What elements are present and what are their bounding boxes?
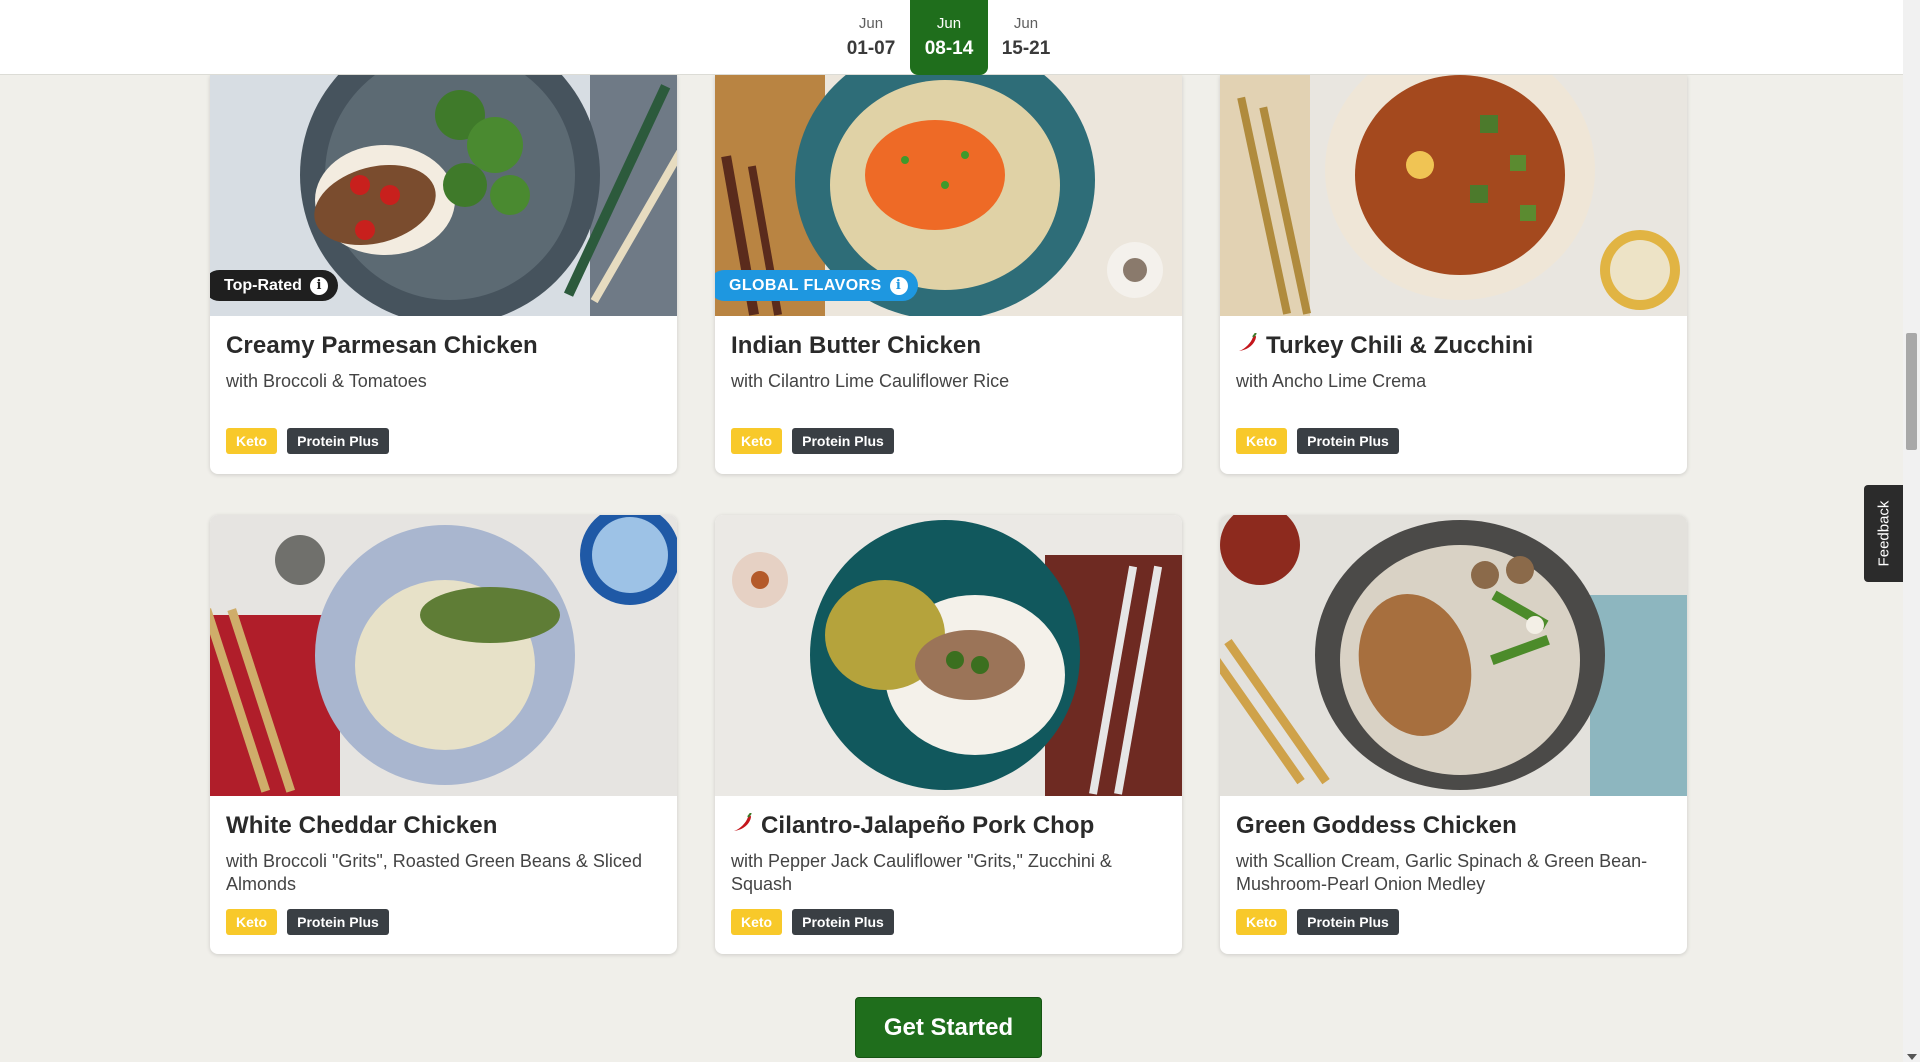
- week-selector-bar: Jun 01-07 Jun 08-14 Jun 15-21: [0, 0, 1903, 75]
- meal-title: Indian Butter Chicken: [731, 332, 1166, 360]
- meal-title-text: Creamy Parmesan Chicken: [226, 332, 538, 359]
- meal-photo-creamy-parmesan-chicken: Top-Rated i: [210, 75, 677, 316]
- badge-label: GLOBAL FLAVORS: [729, 276, 882, 294]
- meal-title-text: White Cheddar Chicken: [226, 812, 498, 839]
- protein-plus-tag: Protein Plus: [287, 428, 389, 454]
- meal-card-creamy-parmesan-chicken[interactable]: Top-Rated i Creamy Parmesan Chicken with…: [210, 75, 677, 474]
- meal-card-cilantro-jalapeno-pork-chop[interactable]: Cilantro-Jalapeño Pork Chop with Pepper …: [715, 515, 1182, 954]
- meal-title: Green Goddess Chicken: [1236, 812, 1671, 840]
- keto-tag: Keto: [731, 428, 783, 454]
- keto-tag: Keto: [1236, 909, 1288, 935]
- meal-title-text: Cilantro-Jalapeño Pork Chop: [761, 812, 1095, 839]
- meal-card-body: Indian Butter Chicken with Cilantro Lime…: [715, 332, 1182, 393]
- meal-title: Turkey Chili & Zucchini: [1236, 332, 1671, 360]
- diet-tags: Keto Protein Plus: [226, 428, 389, 454]
- meal-subtitle: with Broccoli "Grits", Roasted Green Bea…: [226, 851, 642, 894]
- protein-plus-tag: Protein Plus: [287, 909, 389, 935]
- week-month: Jun: [1013, 15, 1039, 32]
- meal-card-green-goddess-chicken[interactable]: Green Goddess Chicken with Scallion Crea…: [1220, 515, 1687, 954]
- global-flavors-badge[interactable]: GLOBAL FLAVORS i: [715, 270, 918, 301]
- meal-title-text: Indian Butter Chicken: [731, 332, 982, 359]
- week-tab-jun-15-21[interactable]: Jun 15-21: [987, 0, 1065, 75]
- meal-subtitle: with Broccoli & Tomatoes: [226, 371, 427, 391]
- protein-plus-tag: Protein Plus: [792, 909, 894, 935]
- info-icon[interactable]: i: [889, 276, 908, 295]
- chili-pepper-icon: [731, 812, 753, 840]
- meal-card-body: White Cheddar Chicken with Broccoli "Gri…: [210, 812, 677, 896]
- protein-plus-tag: Protein Plus: [792, 428, 894, 454]
- meal-card-turkey-chili-zucchini[interactable]: Turkey Chili & Zucchini with Ancho Lime …: [1220, 75, 1687, 474]
- scroll-down-arrow-icon[interactable]: [1907, 1054, 1917, 1060]
- chili-pepper-icon: [1236, 332, 1258, 360]
- meal-card-body: Green Goddess Chicken with Scallion Crea…: [1220, 812, 1687, 896]
- meal-title-text: Turkey Chili & Zucchini: [1266, 332, 1534, 359]
- keto-tag: Keto: [226, 428, 278, 454]
- week-tab-jun-01-07[interactable]: Jun 01-07: [832, 0, 910, 75]
- badge-label: Top-Rated: [224, 276, 302, 294]
- diet-tags: Keto Protein Plus: [226, 909, 389, 935]
- top-rated-badge[interactable]: Top-Rated i: [210, 270, 338, 301]
- meal-card-indian-butter-chicken[interactable]: GLOBAL FLAVORS i Indian Butter Chicken w…: [715, 75, 1182, 474]
- meal-photo-cilantro-jalapeno-pork-chop: [715, 515, 1182, 796]
- meal-title: Creamy Parmesan Chicken: [226, 332, 661, 360]
- protein-plus-tag: Protein Plus: [1297, 428, 1399, 454]
- page-scrollbar[interactable]: [1903, 0, 1920, 1062]
- week-tab-jun-08-14[interactable]: Jun 08-14: [910, 0, 988, 75]
- feedback-tab[interactable]: Feedback: [1864, 485, 1903, 582]
- meal-subtitle: with Cilantro Lime Cauliflower Rice: [731, 371, 1010, 391]
- diet-tags: Keto Protein Plus: [1236, 428, 1399, 454]
- get-started-button[interactable]: Get Started: [855, 997, 1042, 1058]
- diet-tags: Keto Protein Plus: [731, 909, 894, 935]
- meal-card-body: Turkey Chili & Zucchini with Ancho Lime …: [1220, 332, 1687, 393]
- meal-subtitle: with Ancho Lime Crema: [1236, 371, 1427, 391]
- week-month: Jun: [858, 15, 884, 32]
- meal-card-white-cheddar-chicken[interactable]: White Cheddar Chicken with Broccoli "Gri…: [210, 515, 677, 954]
- meal-photo-indian-butter-chicken: GLOBAL FLAVORS i: [715, 75, 1182, 316]
- meal-photo-green-goddess-chicken: [1220, 515, 1687, 796]
- meal-subtitle: with Pepper Jack Cauliflower "Grits," Zu…: [731, 851, 1112, 894]
- meal-title-text: Green Goddess Chicken: [1236, 812, 1517, 839]
- protein-plus-tag: Protein Plus: [1297, 909, 1399, 935]
- week-range: 08-14: [924, 38, 974, 59]
- meal-photo-white-cheddar-chicken: [210, 515, 677, 796]
- meal-card-body: Cilantro-Jalapeño Pork Chop with Pepper …: [715, 812, 1182, 896]
- week-range: 15-21: [1001, 38, 1051, 59]
- diet-tags: Keto Protein Plus: [1236, 909, 1399, 935]
- week-month: Jun: [936, 15, 962, 32]
- meal-subtitle: with Scallion Cream, Garlic Spinach & Gr…: [1236, 851, 1648, 894]
- keto-tag: Keto: [1236, 428, 1288, 454]
- meal-title: Cilantro-Jalapeño Pork Chop: [731, 812, 1166, 840]
- scrollbar-thumb[interactable]: [1906, 333, 1917, 450]
- keto-tag: Keto: [731, 909, 783, 935]
- meal-title: White Cheddar Chicken: [226, 812, 661, 840]
- info-icon[interactable]: i: [309, 276, 328, 295]
- keto-tag: Keto: [226, 909, 278, 935]
- week-range: 01-07: [846, 38, 896, 59]
- meal-photo-turkey-chili-zucchini: [1220, 75, 1687, 316]
- meal-card-body: Creamy Parmesan Chicken with Broccoli & …: [210, 332, 677, 393]
- diet-tags: Keto Protein Plus: [731, 428, 894, 454]
- feedback-label: Feedback: [1875, 500, 1892, 567]
